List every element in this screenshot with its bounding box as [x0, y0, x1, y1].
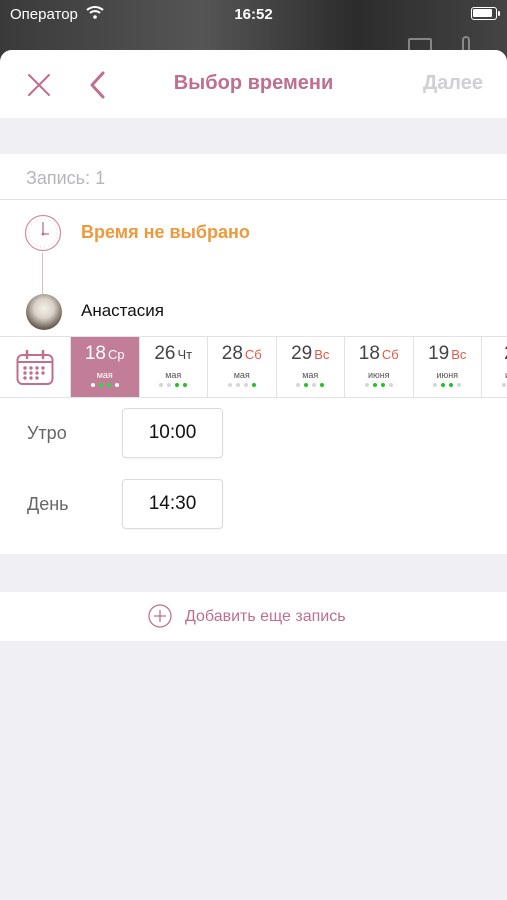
date-day-number: 26: [154, 343, 176, 364]
availability-dot: [175, 383, 180, 387]
date-day-number: 19: [428, 343, 450, 364]
clock-icon: [24, 214, 62, 252]
slot-row-day: День 14:30: [0, 479, 507, 531]
date-day-number: 18: [358, 343, 380, 364]
date-header: 19 Вс: [414, 343, 482, 365]
availability-dot: [449, 383, 454, 387]
availability-dots: [208, 383, 276, 387]
calendar-icon: [16, 350, 54, 385]
availability-dot: [106, 383, 111, 387]
date-strip: 18 Ср мая 26 Чт мая 28 Сб мая 29 Вс мая 18 Сб июня 19 Вс…: [0, 336, 507, 398]
slot-label: Утро: [27, 423, 67, 443]
availability-dots: [345, 383, 413, 387]
availability-dot: [441, 383, 446, 387]
next-button[interactable]: Далее: [423, 72, 483, 95]
add-record-label: Добавить еще запись: [185, 608, 346, 625]
availability-dot: [183, 383, 188, 387]
nav-bar: Выбор времени Далее: [0, 50, 507, 118]
availability-dot: [243, 383, 248, 387]
divider: [0, 199, 507, 200]
date-list: 18 Ср мая 26 Чт мая 28 Сб мая 29 Вс мая 18 Сб июня 19 Вс…: [70, 337, 507, 397]
plus-circle-icon: [148, 604, 172, 628]
availability-dot: [372, 383, 377, 387]
date-item[interactable]: 28 Сб мая: [207, 337, 276, 397]
availability-dot: [501, 383, 506, 387]
availability-dot: [304, 383, 309, 387]
date-item[interactable]: 18 Ср мая: [70, 337, 139, 397]
date-header: 18 Сб: [345, 343, 413, 365]
date-header: 28 Сб: [208, 343, 276, 365]
date-day-number: 18: [84, 343, 106, 364]
date-month: июня: [482, 370, 507, 380]
slot-row-morning: Утро 10:00: [0, 408, 507, 460]
time-slot-button[interactable]: 14:30: [122, 479, 223, 529]
timeline-connector: [42, 253, 43, 295]
date-weekday: Вс: [451, 347, 467, 362]
availability-dots: [71, 383, 139, 387]
availability-dots: [140, 383, 208, 387]
date-header: 26 Чт: [140, 343, 208, 365]
availability-dot: [98, 383, 103, 387]
battery-icon: [471, 7, 500, 20]
availability-dots: [482, 383, 507, 387]
availability-dot: [114, 383, 119, 387]
date-weekday: Сб: [244, 347, 262, 362]
time-status: Время не выбрано: [81, 222, 250, 242]
availability-dot: [380, 383, 385, 387]
calendar-button[interactable]: [0, 337, 70, 397]
record-number-label: Запись: 1: [26, 168, 106, 188]
date-item[interactable]: 19 Вс июня: [412, 337, 482, 397]
availability-dot: [457, 383, 462, 387]
slot-label: День: [27, 494, 69, 514]
date-item[interactable]: 18 Сб июня: [344, 337, 413, 397]
availability-dot: [320, 383, 325, 387]
availability-dot: [90, 383, 95, 387]
time-slot-button[interactable]: 10:00: [122, 408, 223, 458]
availability-dot: [364, 383, 369, 387]
record-card: Запись: 1 Время не выбрано Анастасия 18 …: [0, 154, 507, 554]
avatar: [26, 294, 62, 330]
date-weekday: Сб: [381, 347, 399, 362]
date-header: 29 Вс: [277, 343, 345, 365]
date-month: мая: [96, 370, 113, 380]
availability-dot: [235, 383, 240, 387]
availability-dots: [277, 383, 345, 387]
availability-dot: [296, 383, 301, 387]
date-month: июня: [367, 370, 390, 380]
date-weekday: Вс: [314, 347, 330, 362]
date-month: мая: [233, 370, 250, 380]
specialist-name: Анастасия: [81, 301, 164, 320]
date-weekday: Чт: [177, 347, 193, 362]
date-item[interactable]: 20 июня: [481, 337, 507, 397]
clock-time: 16:52: [234, 6, 273, 23]
availability-dot: [227, 383, 232, 387]
date-day-number: 28: [221, 343, 243, 364]
availability-dot: [388, 383, 393, 387]
availability-dots: [414, 383, 482, 387]
date-day-number: 29: [291, 343, 313, 364]
availability-dot: [433, 383, 438, 387]
availability-dot: [159, 383, 164, 387]
date-header: 20: [482, 343, 507, 365]
date-month: июня: [436, 370, 459, 380]
date-month: мая: [165, 370, 182, 380]
add-record-button[interactable]: Добавить еще запись: [0, 592, 507, 641]
booking-sheet: Выбор времени Далее Запись: 1 Время не в…: [0, 50, 507, 900]
date-month: мая: [302, 370, 319, 380]
availability-dot: [251, 383, 256, 387]
availability-dot: [167, 383, 172, 387]
status-bar: Оператор 16:52: [0, 0, 507, 28]
date-header: 18 Ср: [71, 343, 139, 365]
availability-dot: [312, 383, 317, 387]
date-item[interactable]: 29 Вс мая: [275, 337, 345, 397]
date-weekday: Ср: [108, 347, 125, 362]
date-item[interactable]: 26 Чт мая: [138, 337, 208, 397]
